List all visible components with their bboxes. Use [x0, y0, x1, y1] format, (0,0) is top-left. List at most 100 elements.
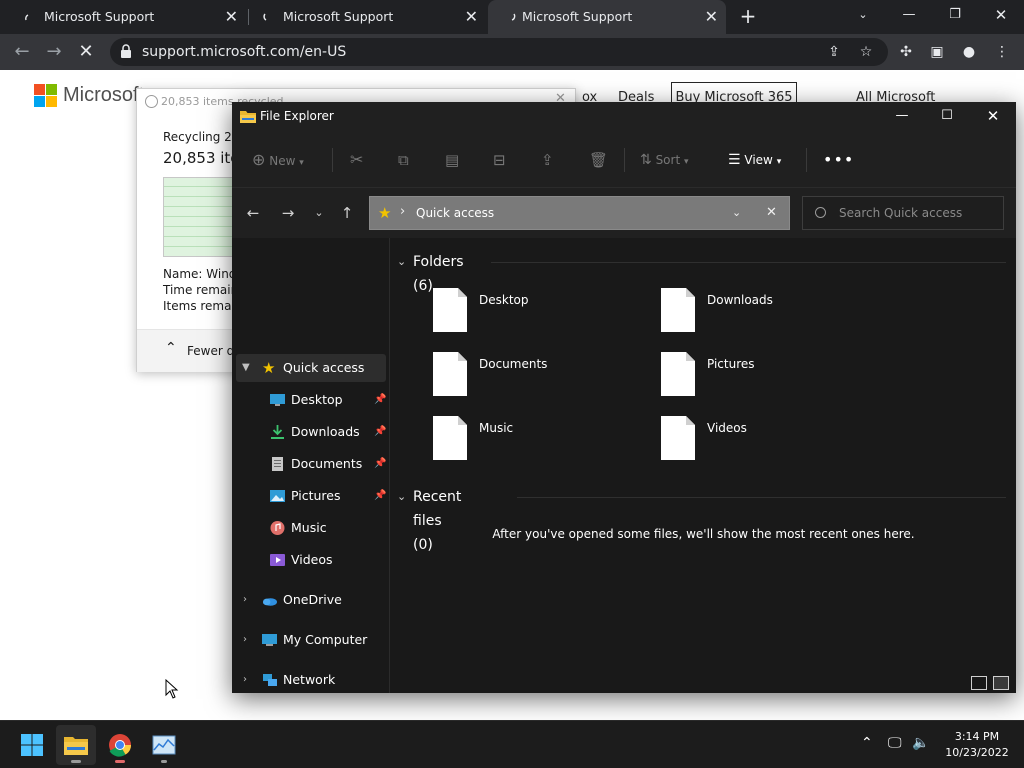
taskbar-chrome[interactable]	[100, 725, 140, 765]
side-panel-icon[interactable]: ▣	[927, 42, 947, 62]
folder-tile-videos[interactable]: Videos	[661, 416, 861, 466]
folder-tile-music[interactable]: Music	[433, 416, 633, 466]
forward-button[interactable]: →	[42, 40, 66, 64]
copy-icon[interactable]: ⧉	[398, 146, 409, 174]
address-bar[interactable]: support.microsoft.com/en-US	[110, 38, 888, 66]
tab-close-icon[interactable]: ✕	[465, 0, 478, 34]
explorer-close-button[interactable]: ✕	[970, 102, 1016, 130]
blank-file-icon	[433, 416, 467, 460]
sidebar-item-network[interactable]: › Network	[232, 666, 389, 694]
explorer-title-bar[interactable]: File Explorer — ☐ ✕	[232, 102, 1016, 132]
sidebar-item-pictures[interactable]: Pictures 📌	[232, 482, 389, 510]
clock-time: 3:14 PM	[954, 730, 1000, 743]
new-button[interactable]: ⊕ New ▾	[252, 146, 304, 174]
quick-access-star-icon: ★	[378, 204, 392, 222]
sidebar-item-videos[interactable]: Videos	[232, 546, 389, 574]
folder-tile-pictures[interactable]: Pictures	[661, 352, 861, 402]
paste-icon[interactable]: ▤	[445, 146, 459, 174]
plus-circle-icon: ⊕	[252, 150, 266, 169]
profile-avatar-icon[interactable]: ●	[959, 42, 979, 62]
tiles-view-icon[interactable]	[993, 676, 1009, 690]
desktop-icon	[270, 394, 285, 406]
expand-chevron-right-icon[interactable]: ›	[243, 626, 247, 654]
taskbar-task-manager[interactable]	[144, 725, 184, 765]
navigation-bar: ← → ⌄ ↑ ★ › Quick access ⌄ ✕	[232, 188, 1016, 238]
view-button[interactable]: ☰ View ▾	[728, 146, 781, 174]
share-icon[interactable]: ⇪	[824, 42, 844, 62]
expand-chevron-right-icon[interactable]: ›	[243, 666, 247, 694]
browser-menu-icon[interactable]: ⋮	[992, 42, 1012, 62]
folder-name: Desktop	[479, 293, 529, 307]
start-button[interactable]	[12, 725, 52, 765]
browser-tab[interactable]: Microsoft Support ✕	[0, 0, 246, 34]
pin-icon[interactable]: 📌	[374, 418, 386, 446]
running-indicator	[115, 760, 125, 763]
delete-trash-icon[interactable]: 🗑	[589, 146, 608, 174]
time-remaining-label: Time remaini	[163, 283, 242, 297]
mouse-cursor-icon	[165, 679, 179, 699]
view-label: View	[744, 153, 773, 167]
share-icon[interactable]: ⇪	[541, 146, 554, 174]
sidebar-item-quick-access[interactable]: ▼ ★ Quick access	[236, 354, 386, 382]
sidebar-item-music[interactable]: Music	[232, 514, 389, 542]
explorer-minimize-button[interactable]: —	[879, 102, 925, 130]
folder-tile-downloads[interactable]: Downloads	[661, 288, 861, 338]
volume-speaker-icon[interactable]: 🔈	[912, 735, 929, 751]
address-clear-icon[interactable]: ✕	[766, 197, 777, 229]
folder-name: Downloads	[707, 293, 773, 307]
explorer-search-box[interactable]	[802, 196, 1004, 230]
group-divider	[491, 262, 1006, 263]
cut-icon[interactable]: ✂	[350, 146, 363, 174]
browser-tab[interactable]: Microsoft Support ✕	[250, 0, 486, 34]
recent-files-group-label: Recent files (0)	[413, 489, 462, 553]
expand-chevron-down-icon[interactable]: ▼	[242, 354, 250, 382]
file-explorer-window: File Explorer — ☐ ✕ ⊕ New ▾ ✂ ⧉ ▤ ⊟ ⇪ 🗑 …	[232, 102, 1016, 693]
explorer-maximize-button[interactable]: ☐	[924, 102, 970, 130]
blank-file-icon	[433, 352, 467, 396]
stop-loading-button[interactable]: ✕	[74, 40, 98, 64]
folder-name: Pictures	[707, 357, 755, 371]
rename-icon[interactable]: ⊟	[493, 146, 506, 174]
sort-button[interactable]: ⇅ Sort ▾	[640, 146, 689, 174]
sidebar-item-documents[interactable]: Documents 📌	[232, 450, 389, 478]
file-explorer-icon	[64, 737, 88, 755]
tab-search-icon[interactable]: ⌄	[840, 0, 886, 30]
recent-locations-chevron-icon[interactable]: ⌄	[308, 202, 330, 224]
sidebar-item-my-computer[interactable]: › My Computer	[232, 626, 389, 654]
taskbar-clock[interactable]: 3:14 PM 10/23/2022	[940, 729, 1014, 761]
address-dropdown-icon[interactable]: ⌄	[732, 197, 741, 229]
show-hidden-icons-chevron[interactable]: ⌃	[861, 735, 873, 751]
sort-label: Sort	[655, 153, 681, 167]
close-window-button[interactable]: ✕	[978, 0, 1024, 30]
taskbar-file-explorer[interactable]	[56, 725, 96, 765]
restore-button[interactable]: ❐	[932, 0, 978, 30]
search-input[interactable]	[839, 197, 999, 229]
folder-tile-desktop[interactable]: Desktop	[433, 288, 633, 338]
tab-close-icon[interactable]: ✕	[705, 0, 718, 34]
folder-tile-documents[interactable]: Documents	[433, 352, 633, 402]
more-options-icon[interactable]: •••	[823, 146, 854, 174]
bookmark-star-icon[interactable]: ☆	[856, 42, 876, 62]
tab-close-icon[interactable]: ✕	[225, 0, 238, 34]
back-button[interactable]: ←	[10, 40, 34, 64]
network-monitor-icon[interactable]: 🖵	[888, 735, 902, 751]
document-icon	[272, 457, 283, 471]
picture-icon	[270, 490, 285, 502]
sidebar-item-desktop[interactable]: Desktop 📌	[232, 386, 389, 414]
pin-icon[interactable]: 📌	[374, 386, 386, 414]
pin-icon[interactable]: 📌	[374, 450, 386, 478]
expand-chevron-right-icon[interactable]: ›	[243, 586, 247, 614]
sidebar-item-downloads[interactable]: Downloads 📌	[232, 418, 389, 446]
new-tab-button[interactable]: +	[736, 0, 760, 34]
browser-tab-active[interactable]: Microsoft Support ✕	[488, 0, 726, 34]
explorer-back-button[interactable]: ←	[242, 202, 264, 224]
details-view-icon[interactable]	[971, 676, 987, 690]
explorer-address-bar[interactable]: ★ › Quick access ⌄ ✕	[369, 196, 790, 230]
explorer-forward-button[interactable]: →	[277, 202, 299, 224]
sidebar-item-onedrive[interactable]: › OneDrive	[232, 586, 389, 614]
progress-graph	[163, 177, 243, 257]
up-one-level-button[interactable]: ↑	[336, 202, 358, 224]
minimize-button[interactable]: —	[886, 0, 932, 30]
extensions-puzzle-icon[interactable]: ✣	[896, 42, 916, 62]
pin-icon[interactable]: 📌	[374, 482, 386, 510]
